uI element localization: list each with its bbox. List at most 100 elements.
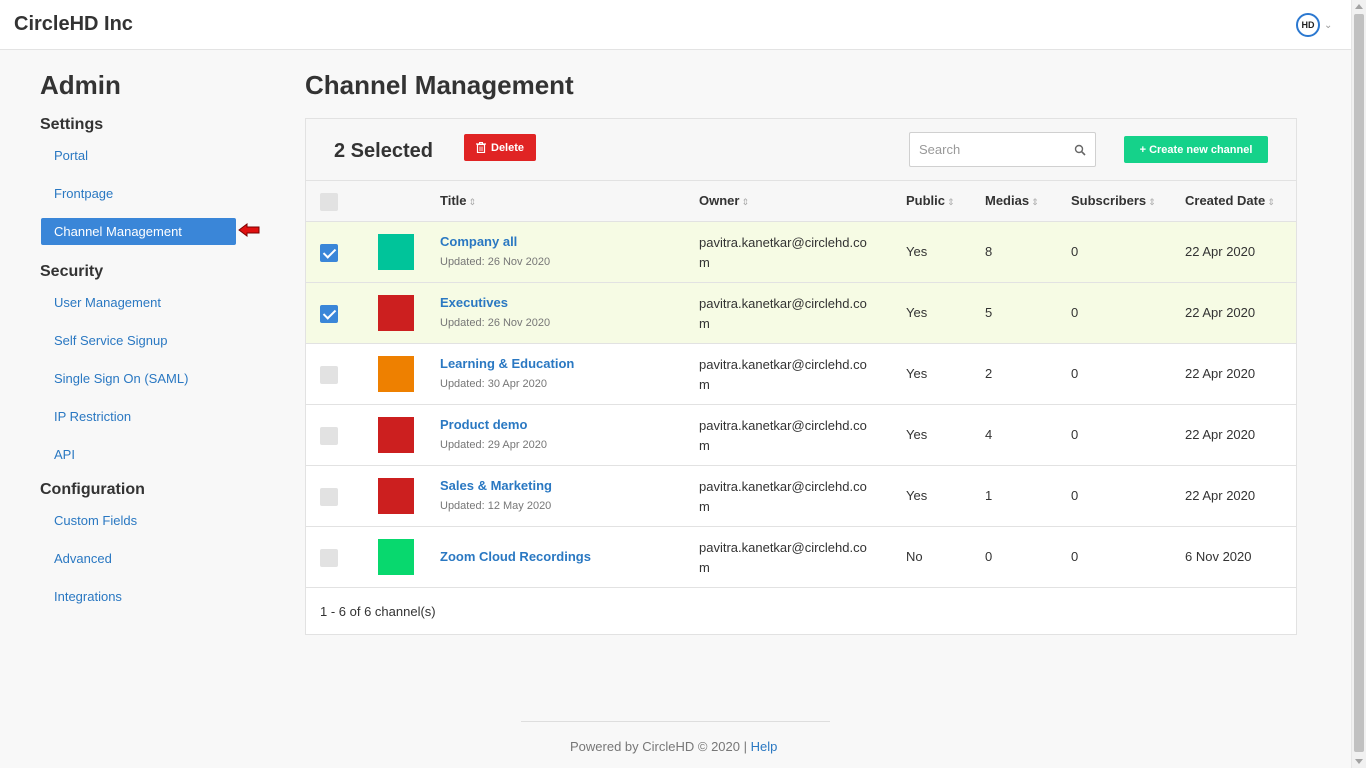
column-header-subscribers[interactable]: Subscribers ⇕ — [1071, 193, 1156, 208]
row-checkbox[interactable] — [320, 549, 338, 567]
channel-subscribers: 0 — [1071, 549, 1079, 564]
panel-toolbar: 2 Selected Delete + Create new channel — [306, 119, 1296, 181]
channel-color-swatch — [378, 417, 414, 453]
search-box[interactable] — [909, 132, 1096, 167]
channel-medias: 4 — [985, 427, 993, 442]
column-header-created-date[interactable]: Created Date ⇕ — [1185, 193, 1275, 208]
column-header-owner[interactable]: Owner ⇕ — [699, 193, 749, 208]
channel-subscribers: 0 — [1071, 427, 1079, 442]
table-row: Sales & Marketing Updated: 12 May 2020 p… — [306, 466, 1296, 527]
scroll-down-icon[interactable] — [1355, 759, 1363, 764]
column-header-public[interactable]: Public ⇕ — [906, 193, 955, 208]
page-scrollbar[interactable] — [1351, 0, 1366, 768]
channel-updated: Updated: 29 Apr 2020 — [440, 439, 548, 451]
sidebar-item-frontpage[interactable]: Frontpage — [41, 180, 236, 207]
channel-owner: pavitra.kanetkar@circlehd.com — [699, 357, 867, 392]
footer: Powered by CircleHD © 2020 | Help — [570, 739, 777, 754]
delete-button[interactable]: Delete — [464, 134, 537, 161]
channel-title-link[interactable]: Learning & Education — [440, 356, 574, 371]
row-checkbox[interactable] — [320, 366, 338, 384]
channel-created-date: 6 Nov 2020 — [1185, 549, 1252, 564]
channel-subscribers: 0 — [1071, 305, 1079, 320]
channel-title-link[interactable]: Product demo — [440, 417, 527, 432]
sidebar-item-integrations[interactable]: Integrations — [41, 583, 236, 610]
column-header-medias[interactable]: Medias ⇕ — [985, 193, 1039, 208]
channel-updated: Updated: 26 Nov 2020 — [440, 317, 551, 329]
channel-updated: Updated: 26 Nov 2020 — [440, 256, 551, 268]
select-all-checkbox[interactable] — [320, 193, 338, 211]
channel-color-swatch — [378, 478, 414, 514]
section-title-configuration: Configuration — [40, 481, 145, 498]
table-row: Learning & Education Updated: 30 Apr 202… — [306, 344, 1296, 405]
search-input[interactable] — [910, 133, 1070, 166]
help-link[interactable]: Help — [751, 739, 778, 754]
create-channel-button[interactable]: + Create new channel — [1124, 136, 1268, 163]
avatar[interactable]: HD — [1296, 13, 1320, 37]
channel-medias: 5 — [985, 305, 993, 320]
channel-public: Yes — [906, 488, 928, 503]
pointer-arrow-icon — [238, 223, 260, 237]
sidebar-item-ip-restriction[interactable]: IP Restriction — [41, 403, 236, 430]
row-checkbox[interactable] — [320, 427, 338, 445]
channel-color-swatch — [378, 295, 414, 331]
brand-name[interactable]: CircleHD Inc — [14, 13, 133, 36]
channel-created-date: 22 Apr 2020 — [1185, 366, 1256, 381]
channel-owner: pavitra.kanetkar@circlehd.com — [699, 418, 867, 453]
channel-owner: pavitra.kanetkar@circlehd.com — [699, 235, 867, 270]
search-icon[interactable] — [1074, 144, 1086, 156]
table-row: Zoom Cloud Recordings pavitra.kanetkar@c… — [306, 527, 1296, 588]
scroll-up-icon[interactable] — [1355, 4, 1363, 9]
sidebar-title: Admin — [40, 70, 121, 100]
sidebar-item-advanced[interactable]: Advanced — [41, 545, 236, 572]
channel-owner: pavitra.kanetkar@circlehd.com — [699, 540, 867, 575]
footer-divider — [521, 721, 830, 722]
scroll-thumb[interactable] — [1354, 14, 1364, 752]
user-menu[interactable]: HD ⌄ — [1296, 13, 1332, 37]
channel-created-date: 22 Apr 2020 — [1185, 488, 1256, 503]
channel-owner: pavitra.kanetkar@circlehd.com — [699, 296, 867, 331]
delete-label: Delete — [491, 141, 525, 154]
channel-title-link[interactable]: Sales & Marketing — [440, 478, 552, 493]
channel-owner: pavitra.kanetkar@circlehd.com — [699, 479, 867, 514]
channel-color-swatch — [378, 356, 414, 392]
channel-color-swatch — [378, 539, 414, 575]
sidebar-item-channel-management[interactable]: Channel Management — [41, 218, 236, 245]
sort-icon: ⇕ — [1148, 197, 1156, 207]
channel-title-link[interactable]: Zoom Cloud Recordings — [440, 549, 591, 564]
channel-panel: 2 Selected Delete + Create new channel T… — [305, 118, 1297, 635]
pagination-summary: 1 - 6 of 6 channel(s) — [320, 604, 436, 619]
row-checkbox[interactable] — [320, 488, 338, 506]
sidebar-item-single-sign-on[interactable]: Single Sign On (SAML) — [41, 365, 236, 392]
channel-medias: 8 — [985, 244, 993, 259]
channel-title-link[interactable]: Executives — [440, 295, 508, 310]
sidebar-item-self-service-signup[interactable]: Self Service Signup — [41, 327, 236, 354]
chevron-down-icon[interactable]: ⌄ — [1324, 20, 1332, 31]
sidebar-item-custom-fields[interactable]: Custom Fields — [41, 507, 236, 534]
channel-public: Yes — [906, 244, 928, 259]
sort-icon: ⇕ — [1267, 197, 1275, 207]
table-row: Company all Updated: 26 Nov 2020 pavitra… — [306, 222, 1296, 283]
sidebar-item-portal[interactable]: Portal — [41, 142, 236, 169]
channel-title-link[interactable]: Company all — [440, 234, 517, 249]
channel-updated: Updated: 12 May 2020 — [440, 500, 552, 512]
channel-subscribers: 0 — [1071, 366, 1079, 381]
sidebar-item-user-management[interactable]: User Management — [41, 289, 236, 316]
row-checkbox[interactable] — [320, 305, 338, 323]
sort-icon: ⇕ — [1031, 197, 1039, 207]
channel-public: Yes — [906, 305, 928, 320]
sort-icon: ⇕ — [741, 197, 750, 207]
page-title: Channel Management — [305, 70, 574, 100]
column-header-title[interactable]: Title ⇕ — [440, 193, 476, 208]
channel-created-date: 22 Apr 2020 — [1185, 427, 1256, 442]
channel-created-date: 22 Apr 2020 — [1185, 244, 1256, 259]
selected-count: 2 Selected — [334, 140, 433, 162]
footer-text: Powered by CircleHD © 2020 | — [570, 739, 747, 754]
sort-icon: ⇕ — [947, 197, 955, 207]
table-row: Product demo Updated: 29 Apr 2020 pavitr… — [306, 405, 1296, 466]
section-title-settings: Settings — [40, 116, 104, 133]
top-bar: CircleHD Inc HD ⌄ — [0, 0, 1351, 50]
table-row: Executives Updated: 26 Nov 2020 pavitra.… — [306, 283, 1296, 344]
row-checkbox[interactable] — [320, 244, 338, 262]
channel-updated: Updated: 30 Apr 2020 — [440, 378, 548, 390]
sidebar-item-api[interactable]: API — [41, 441, 236, 468]
